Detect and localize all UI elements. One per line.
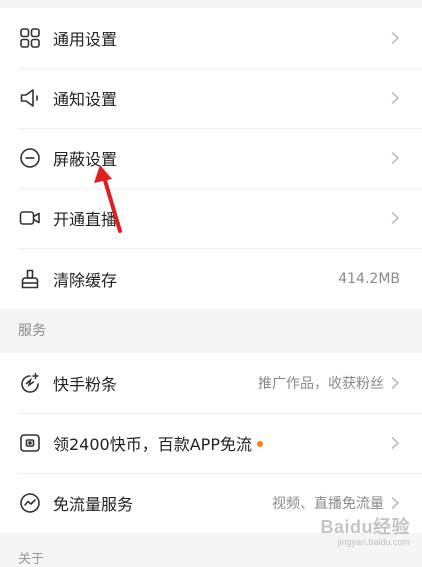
free-data-service-label: 免流量服务 <box>53 495 134 514</box>
clear-cache-row[interactable]: 清除缓存 414.2MB <box>0 248 422 309</box>
start-live-row[interactable]: 开通直播 <box>0 188 422 248</box>
watermark-main: Baidu经验 <box>320 517 410 538</box>
kuaishou-fans-row[interactable]: 快手粉条 推广作品，收获粉丝 <box>0 353 422 413</box>
coins-free-data-text: 领2400快币，百款APP免流 <box>53 435 252 454</box>
block-icon <box>18 146 42 170</box>
baidu-watermark: Baidu经验 jingyan.baidu.com <box>320 518 410 548</box>
about-section-header-partial: 关于 <box>18 552 45 567</box>
chevron-right-icon <box>391 31 400 45</box>
kuaishou-fans-desc: 推广作品，收获粉丝 <box>258 376 384 392</box>
block-settings-label: 屏蔽设置 <box>53 150 118 169</box>
services-group: 快手粉条 推广作品，收获粉丝 领2400快币，百款APP免流 免流量服务 视频、… <box>0 353 422 533</box>
settings-group: 通用设置 通知设置 屏蔽设置 开通直播 清除缓存 414.2MB <box>0 8 422 309</box>
free-data-service-desc: 视频、直播免流量 <box>272 496 384 512</box>
general-settings-row[interactable]: 通用设置 <box>0 8 422 68</box>
clear-cache-label: 清除缓存 <box>53 270 118 290</box>
top-gap <box>0 0 422 8</box>
chevron-right-icon <box>391 496 400 510</box>
new-badge-dot <box>256 440 263 447</box>
rocket-icon <box>18 371 42 395</box>
chevron-right-icon <box>391 151 400 165</box>
signal-icon <box>18 491 42 515</box>
block-settings-row[interactable]: 屏蔽设置 <box>0 128 422 188</box>
coin-icon <box>18 431 42 455</box>
coins-free-data-row[interactable]: 领2400快币，百款APP免流 <box>0 413 422 473</box>
chevron-right-icon <box>391 91 400 105</box>
grid-icon <box>18 26 42 50</box>
notification-settings-row[interactable]: 通知设置 <box>0 68 422 128</box>
speaker-icon <box>18 86 42 110</box>
general-settings-label: 通用设置 <box>53 30 118 49</box>
chevron-right-icon <box>391 376 400 390</box>
kuaishou-fans-label: 快手粉条 <box>53 375 118 394</box>
chevron-right-icon <box>391 211 400 225</box>
coins-free-data-label: 领2400快币，百款APP免流 <box>53 431 263 455</box>
video-camera-icon <box>18 206 42 230</box>
cache-size-value: 414.2MB <box>338 270 400 287</box>
start-live-label: 开通直播 <box>53 210 118 229</box>
services-section-header: 服务 <box>0 309 422 353</box>
chevron-right-icon <box>391 436 400 450</box>
brush-icon <box>18 267 42 291</box>
notification-settings-label: 通知设置 <box>53 90 118 109</box>
watermark-sub: jingyan.baidu.com <box>337 537 410 548</box>
